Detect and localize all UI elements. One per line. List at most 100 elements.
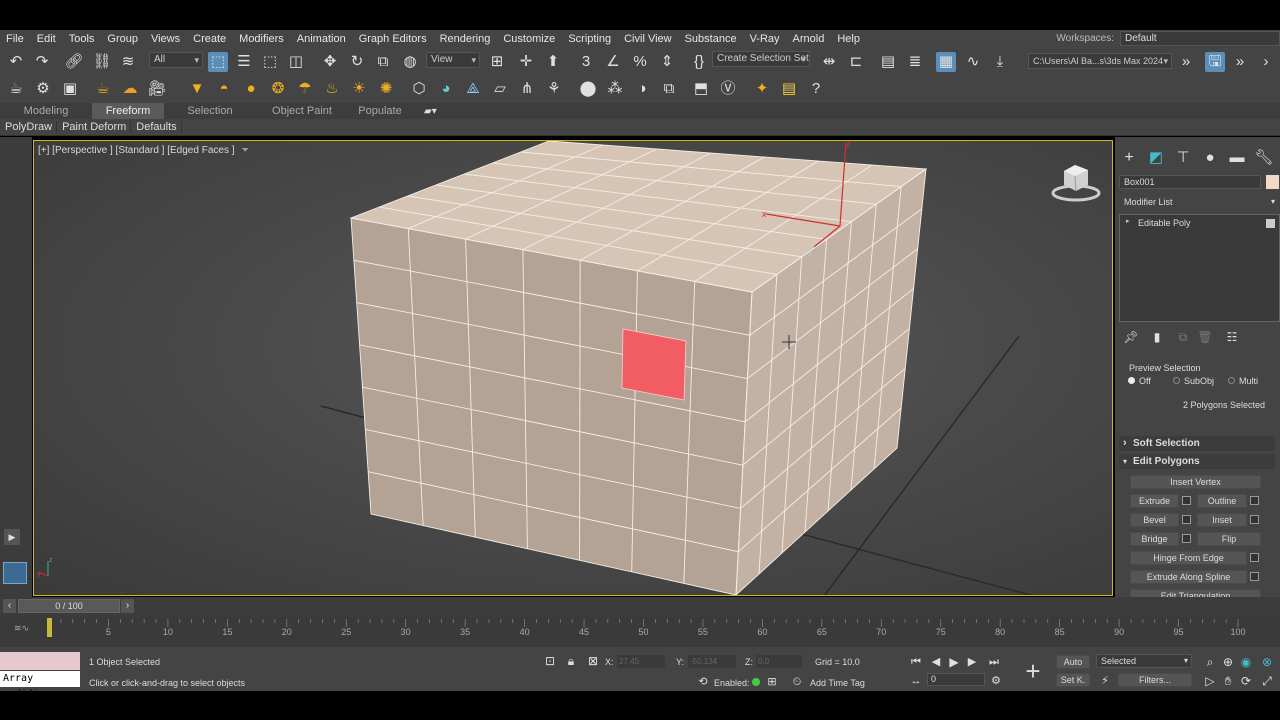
hinge-from-edge-button[interactable]: Hinge From Edge <box>1130 551 1247 565</box>
make-unique-icon[interactable]: ⧉ <box>1173 327 1193 347</box>
time-config-icon[interactable]: ⚙︎ <box>986 671 1006 691</box>
zoom-extents-all-icon[interactable]: ⊗ <box>1257 652 1277 672</box>
select-by-name-icon[interactable]: ☰ <box>234 52 254 72</box>
next-key-icon[interactable]: ▶︎ <box>962 652 982 672</box>
add-time-tag-text[interactable]: Add Time Tag <box>810 678 865 688</box>
redo-icon[interactable]: ↷ <box>32 52 52 72</box>
selection-lock-icon[interactable]: 🔒︎ <box>561 651 581 671</box>
vray-lister-icon[interactable]: ⧉ <box>659 79 679 99</box>
go-to-start-icon[interactable]: ⏮ <box>906 652 926 672</box>
create-tab-icon[interactable]: + <box>1119 148 1139 168</box>
material-editor-icon[interactable]: ⁂ <box>605 79 625 99</box>
x-coord-field[interactable]: 27.45 <box>617 655 665 668</box>
perspective-viewport[interactable]: [+] [Perspective ] [Standard ] [Edged Fa… <box>33 140 1113 596</box>
tab-object-paint[interactable]: Object Paint <box>260 105 344 117</box>
help-icon[interactable]: ? <box>806 79 826 99</box>
display-tab-icon[interactable]: ▬ <box>1227 148 1247 168</box>
preview-multi-radio[interactable] <box>1228 377 1235 384</box>
time-cursor[interactable] <box>47 618 52 637</box>
undo-icon[interactable]: ↶ <box>6 52 26 72</box>
render-frame-icon[interactable]: ▣ <box>60 79 80 99</box>
extrude-along-spline-button[interactable]: Extrude Along Spline <box>1130 570 1247 584</box>
box-object[interactable] <box>349 141 928 595</box>
menu-tools[interactable]: Tools <box>63 33 102 45</box>
motion-tab-icon[interactable]: ● <box>1200 148 1220 168</box>
sphere-light-icon[interactable]: ❂ <box>268 79 288 99</box>
menu-create[interactable]: Create <box>187 33 233 45</box>
named-selection-set-dropdown[interactable]: Create Selection Set <box>712 51 810 67</box>
pin-stack-icon[interactable]: 📌︎ <box>1121 327 1141 347</box>
rotate-icon[interactable]: ↻ <box>347 52 367 72</box>
key-mode-icon[interactable]: ↔ <box>906 671 926 691</box>
render-setup-icon[interactable]: ⚙︎ <box>33 79 53 99</box>
go-to-end-icon[interactable]: ⏭ <box>984 652 1004 672</box>
menu-rendering[interactable]: Rendering <box>434 33 498 45</box>
menu-animation[interactable]: Animation <box>291 33 353 45</box>
viewcube[interactable] <box>1051 165 1101 202</box>
reference-coordinate-dropdown[interactable]: View <box>426 52 480 68</box>
object-color-swatch[interactable] <box>1266 175 1279 189</box>
render-environment-icon[interactable]: 🎥︎ <box>147 79 167 99</box>
orbit-icon[interactable]: ⟳ <box>1236 671 1256 691</box>
z-coord-field[interactable]: 0.0 <box>756 655 802 668</box>
arnold-render-view-icon[interactable]: ▤ <box>779 79 799 99</box>
menu-views[interactable]: Views <box>145 33 187 45</box>
zoom-extents-icon[interactable]: ◉ <box>1236 652 1256 672</box>
object-name-field[interactable]: Box001 <box>1119 175 1261 189</box>
ambient-light-icon[interactable]: ✺ <box>376 79 396 99</box>
workspace-dropdown[interactable]: Default <box>1120 31 1280 46</box>
tab-freeform[interactable]: Freeform <box>92 103 164 119</box>
expand-layout-icon[interactable]: ▶ <box>4 529 20 545</box>
place-icon[interactable]: ◍ <box>400 52 420 72</box>
isolate-selection-icon[interactable]: ⊡ <box>540 651 560 671</box>
vray-logo-icon[interactable]: Ⓥ <box>718 79 738 99</box>
edit-triangulation-button[interactable]: Edit Triangulation <box>1130 589 1261 597</box>
subtab-polydraw[interactable]: PolyDraw <box>0 121 58 133</box>
vray-frame-buffer-icon[interactable]: ◑ <box>632 79 652 99</box>
time-tag-icon[interactable]: ⏲︎ <box>787 672 807 692</box>
filters-button[interactable]: Filters... <box>1118 673 1192 687</box>
spotlight-icon[interactable]: ▼ <box>187 79 207 99</box>
configure-sets-icon[interactable]: ☷ <box>1222 327 1242 347</box>
menu-customize[interactable]: Customize <box>497 33 562 45</box>
vray-proxy-icon[interactable]: ⬡ <box>409 79 429 99</box>
menu-civil-view[interactable]: Civil View <box>618 33 678 45</box>
ribbon-options-icon[interactable]: ▰▾ <box>424 106 437 117</box>
project-folder-dropdown[interactable]: C:\Users\Al Ba...s\3ds Max 2024 <box>1028 53 1172 69</box>
preview-off-radio[interactable] <box>1128 377 1135 384</box>
set-key-button[interactable]: Set K. <box>1056 673 1090 687</box>
selection-filter-dropdown[interactable]: All <box>149 52 203 68</box>
play-icon[interactable]: ▶︎ <box>944 652 964 672</box>
vray-fur-icon[interactable]: ⟁ <box>463 79 483 99</box>
layer-explorer-icon[interactable]: ≣ <box>905 52 925 72</box>
grid-toggle-icon[interactable]: ⊞ <box>762 672 782 692</box>
arnold-icon[interactable]: ✦ <box>752 79 772 99</box>
rectangular-selection-icon[interactable]: ⬚ <box>260 52 280 72</box>
angle-snap-icon[interactable]: ∠ <box>603 52 623 72</box>
move-icon[interactable]: ✥ <box>320 52 340 72</box>
previous-key-icon[interactable]: ◀︎ <box>926 652 946 672</box>
menu-vray[interactable]: V-Ray <box>744 33 787 45</box>
scene-explorer-icon[interactable]: ▤ <box>878 52 898 72</box>
vray-decal-icon[interactable]: ⚘ <box>544 79 564 99</box>
vray-grass-icon[interactable]: ⋔ <box>517 79 537 99</box>
link-icon[interactable]: 🔗︎ <box>64 52 84 72</box>
soft-selection-rollout[interactable]: Soft Selection <box>1119 436 1275 451</box>
menu-scripting[interactable]: Scripting <box>562 33 618 45</box>
vray-scene-converter-icon[interactable]: ⬒ <box>691 79 711 99</box>
align-icon[interactable]: ⊏ <box>846 52 866 72</box>
viewport-layout-thumbnail[interactable] <box>3 562 27 584</box>
menu-substance[interactable]: Substance <box>679 33 744 45</box>
bevel-button[interactable]: Bevel <box>1130 513 1179 527</box>
menu-help[interactable]: Help <box>831 33 867 45</box>
key-filters-icon[interactable]: ⚡︎ <box>1095 671 1115 691</box>
tab-modeling[interactable]: Modeling <box>10 105 82 117</box>
dome-light-icon[interactable]: ☂︎ <box>295 79 315 99</box>
subtab-paint-deform[interactable]: Paint Deform <box>57 121 132 133</box>
vray-plane-icon[interactable]: ▱ <box>490 79 510 99</box>
fov-icon[interactable]: ▷ <box>1200 671 1220 691</box>
modifier-list-dropdown[interactable]: Modifier List ▾ <box>1119 195 1279 209</box>
percent-snap-icon[interactable]: % <box>630 52 650 72</box>
set-key-big-icon[interactable]: + <box>1018 656 1048 686</box>
menu-modifiers[interactable]: Modifiers <box>233 33 291 45</box>
